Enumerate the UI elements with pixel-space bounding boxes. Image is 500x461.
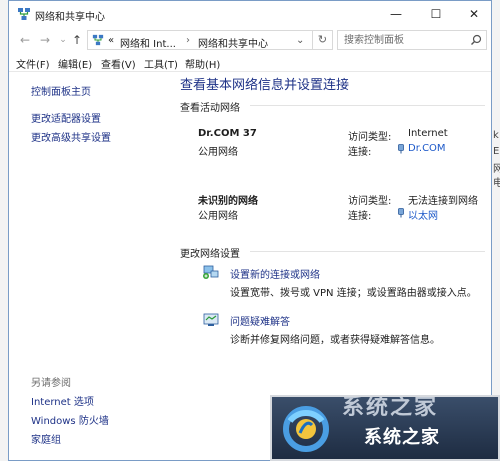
change-adapter-settings-link[interactable]: 更改适配器设置 <box>31 110 101 125</box>
background-right: k E 网 电 <box>492 0 500 461</box>
task-description: 设置宽带、拨号或 VPN 连接；或设置路由器或接入点。 <box>230 288 477 299</box>
access-type-value: Internet <box>408 128 448 139</box>
ethernet-connection-icon <box>398 208 404 218</box>
title-bar[interactable]: 网络和共享中心 — ☐ ✕ <box>9 1 491 27</box>
divider <box>250 105 485 106</box>
breadcrumb-item[interactable]: 网络和共享中心 <box>198 35 268 50</box>
address-dropdown-icon[interactable]: ⌄ <box>296 35 304 46</box>
connection-label: 连接: <box>348 147 372 158</box>
up-arrow-icon[interactable]: ↑ <box>69 32 85 48</box>
divider <box>250 251 485 252</box>
network-name: Dr.COM 37 <box>198 128 257 139</box>
breadcrumb-overflow[interactable]: « <box>108 35 114 46</box>
bg-text: 电 <box>493 178 500 189</box>
search-icon[interactable] <box>470 34 482 46</box>
menu-file[interactable]: 文件(F) <box>16 56 50 71</box>
access-type-label: 访问类型: <box>348 196 392 207</box>
menu-edit[interactable]: 编辑(E) <box>58 56 92 71</box>
left-pane: 控制面板主页 更改适配器设置 更改高级共享设置 另请参阅 Internet 选项… <box>9 72 169 460</box>
site-logo-icon <box>283 406 329 452</box>
bg-text: 网 <box>493 164 500 175</box>
maximize-button[interactable]: ☐ <box>417 1 455 27</box>
homegroup-link[interactable]: 家庭组 <box>31 431 61 446</box>
site-watermark: 系统之家 系统之家 <box>270 395 500 461</box>
active-networks-title: 查看活动网络 <box>180 103 240 114</box>
task-description: 诊断并修复网络问题，或者获得疑难解答信息。 <box>230 335 440 346</box>
menu-bar: 文件(F) 编辑(E) 查看(V) 工具(T) 帮助(H) <box>9 53 491 72</box>
new-connection-icon <box>203 265 219 279</box>
bg-text: k <box>493 130 499 141</box>
network-center-icon <box>92 34 104 46</box>
setup-new-connection-link[interactable]: 设置新的连接或网络 <box>230 266 320 281</box>
search-box[interactable] <box>337 30 487 50</box>
change-advanced-sharing-link[interactable]: 更改高级共享设置 <box>31 129 111 144</box>
forward-arrow-icon[interactable]: → <box>37 32 53 48</box>
window-title: 网络和共享中心 <box>35 12 105 23</box>
close-button[interactable]: ✕ <box>455 1 491 27</box>
breadcrumb-item[interactable]: 网络和 Int... <box>120 35 176 50</box>
back-arrow-icon[interactable]: ← <box>17 32 33 48</box>
troubleshoot-link[interactable]: 问题疑难解答 <box>230 313 290 328</box>
connection-label: 连接: <box>348 211 372 222</box>
page-title: 查看基本网络信息并设置连接 <box>180 78 350 93</box>
dialup-connection-icon <box>398 144 404 154</box>
refresh-button[interactable]: ↻ <box>313 30 333 50</box>
network-name: 未识别的网络 <box>198 196 258 207</box>
change-settings-title: 更改网络设置 <box>180 249 240 260</box>
windows-firewall-link[interactable]: Windows 防火墙 <box>31 412 109 427</box>
access-type-label: 访问类型: <box>348 132 392 143</box>
connection-link[interactable]: Dr.COM <box>408 143 446 154</box>
network-sharing-center-window: 网络和共享中心 — ☐ ✕ ← → ⌄ ↑ « 网络和 Int... › 网络和… <box>8 0 492 461</box>
bg-text: E <box>493 146 500 157</box>
background-left <box>0 0 8 461</box>
network-category[interactable]: 公用网络 <box>198 207 238 222</box>
network-center-icon <box>18 8 30 20</box>
menu-view[interactable]: 查看(V) <box>101 56 136 71</box>
connection-link[interactable]: 以太网 <box>408 207 438 222</box>
menu-tools[interactable]: 工具(T) <box>144 56 178 71</box>
troubleshoot-icon <box>203 313 219 326</box>
internet-options-link[interactable]: Internet 选项 <box>31 393 94 408</box>
access-type-value: 无法连接到网络 <box>408 196 478 207</box>
address-box[interactable]: « 网络和 Int... › 网络和共享中心 ⌄ <box>87 30 313 50</box>
address-bar-row: ← → ⌄ ↑ « 网络和 Int... › 网络和共享中心 ⌄ ↻ <box>9 27 491 53</box>
minimize-button[interactable]: — <box>377 1 415 27</box>
network-category[interactable]: 公用网络 <box>198 143 238 158</box>
watermark-name: 系统之家 <box>364 427 440 448</box>
breadcrumb-separator-icon[interactable]: › <box>186 35 190 46</box>
see-also-title: 另请参阅 <box>31 378 71 389</box>
menu-help[interactable]: 帮助(H) <box>185 56 220 71</box>
control-panel-home-link[interactable]: 控制面板主页 <box>31 83 91 98</box>
watermark-top-text: 系统之家 <box>342 395 439 420</box>
search-input[interactable] <box>338 31 478 49</box>
